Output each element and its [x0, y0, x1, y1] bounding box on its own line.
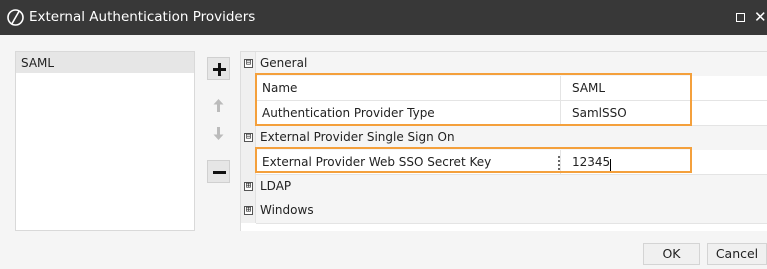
prop-secret-label: External Provider Web SSO Secret Key — [262, 155, 492, 169]
text-cursor — [610, 159, 611, 173]
add-provider-button[interactable] — [207, 57, 230, 80]
window-title: External Authentication Providers — [29, 9, 256, 25]
plus-icon — [213, 63, 226, 76]
prop-name-value[interactable]: SAML — [572, 81, 605, 95]
property-grid[interactable]: ⊟ General Name SAML Authentication Provi… — [240, 51, 767, 231]
close-icon[interactable]: ✕ — [754, 7, 767, 27]
group-label: General — [260, 56, 308, 70]
group-ldap[interactable]: ⊞ LDAP — [241, 175, 767, 200]
prop-type-label: Authentication Provider Type — [262, 106, 435, 120]
group-label: External Provider Single Sign On — [260, 130, 455, 144]
prop-type-value[interactable]: SamlSSO — [572, 106, 627, 120]
group-external-sso[interactable]: ⊟ External Provider Single Sign On — [241, 126, 767, 151]
collapse-icon[interactable]: ⊟ — [244, 59, 253, 68]
list-item-label: SAML — [21, 56, 55, 70]
arrow-down-icon — [213, 127, 224, 140]
app-logo-icon — [7, 9, 24, 26]
move-down-button[interactable] — [207, 122, 230, 145]
group-windows[interactable]: ⊞ Windows — [241, 199, 767, 224]
remove-provider-button[interactable] — [207, 160, 230, 183]
list-item-saml[interactable]: SAML — [16, 52, 194, 73]
prop-row-name[interactable]: Name SAML — [241, 76, 767, 101]
cancel-button[interactable]: Cancel — [707, 243, 767, 265]
move-up-button[interactable] — [207, 94, 230, 117]
title-bar: External Authentication Providers ✕ — [0, 0, 767, 35]
ok-button[interactable]: OK — [643, 243, 700, 265]
arrow-up-icon — [213, 99, 224, 112]
collapse-icon[interactable]: ⊟ — [244, 133, 253, 142]
prop-row-provider-type[interactable]: Authentication Provider Type SamlSSO — [241, 101, 767, 126]
column-splitter[interactable] — [558, 156, 560, 170]
expand-icon[interactable]: ⊞ — [244, 182, 253, 191]
prop-row-secret-key[interactable]: External Provider Web SSO Secret Key 123… — [241, 150, 767, 175]
expand-icon[interactable]: ⊞ — [244, 206, 253, 215]
prop-name-label: Name — [262, 81, 298, 95]
group-label: LDAP — [260, 179, 292, 193]
maximize-icon[interactable] — [736, 13, 745, 22]
providers-list[interactable]: SAML — [15, 51, 195, 231]
group-general[interactable]: ⊟ General — [241, 52, 767, 77]
secret-key-input[interactable]: 12345 — [572, 155, 610, 169]
minus-icon — [213, 171, 226, 174]
group-label: Windows — [260, 203, 314, 217]
